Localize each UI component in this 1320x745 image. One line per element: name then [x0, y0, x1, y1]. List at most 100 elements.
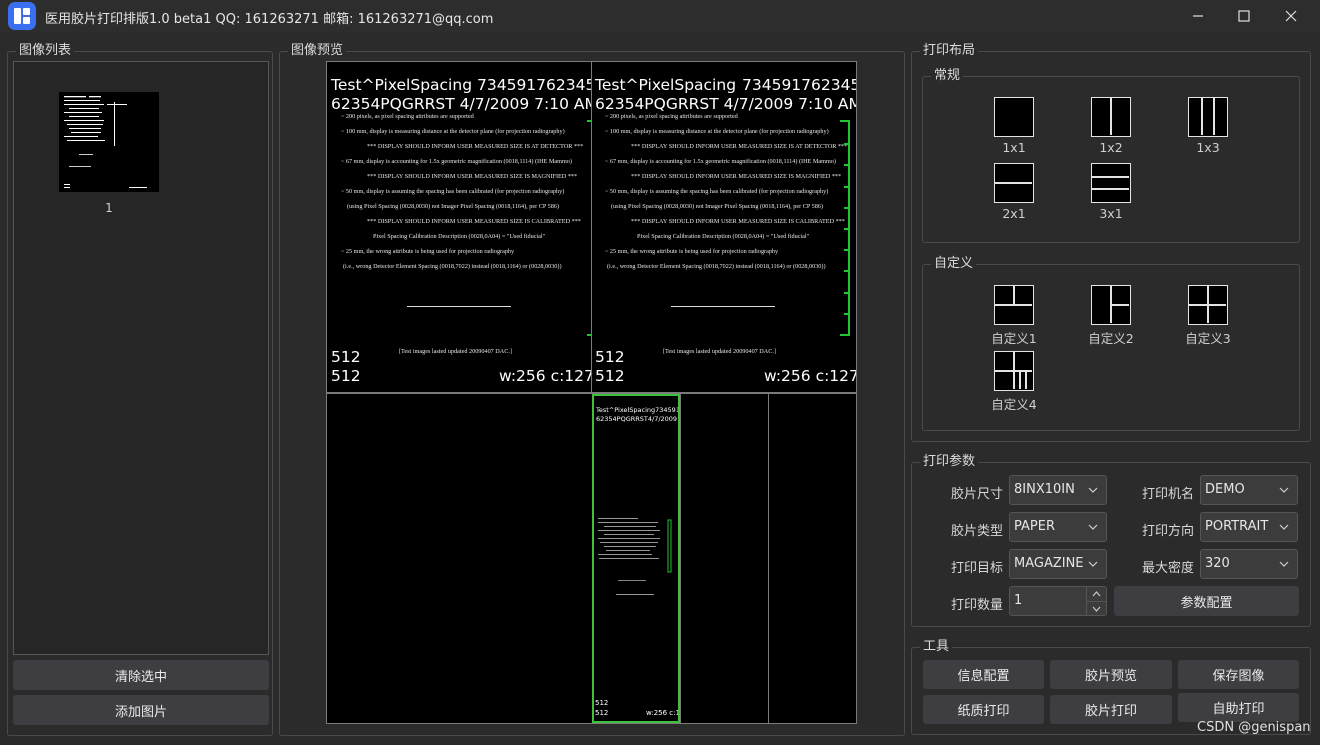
film-size-value: 8INX10IN: [1014, 482, 1075, 497]
print-orientation-value: PORTRAIT: [1205, 519, 1269, 534]
layout-3x1-icon[interactable]: [1091, 163, 1131, 203]
doc-line: ~ 200 pixels, as pixel spacing attribute…: [341, 113, 474, 120]
doc-line: Pixel Spacing Calibration Description (0…: [637, 233, 810, 240]
print-orientation-select[interactable]: PORTRAIT: [1200, 512, 1298, 542]
self-service-print-button[interactable]: 自助打印: [1178, 693, 1299, 722]
doc-line: *** DISPLAY SHOULD INFORM USER MEASURED …: [367, 173, 578, 180]
layout-1x1-icon[interactable]: [994, 97, 1034, 137]
spin-down-button[interactable]: [1086, 601, 1106, 615]
layout-1x2-label: 1x2: [1099, 140, 1123, 155]
spin-up-button[interactable]: [1086, 587, 1106, 601]
tools-title: 工具: [920, 639, 953, 655]
layout-1x1-label: 1x1: [1002, 140, 1026, 155]
preview-cell-4-selected[interactable]: Test^PixelSpacing734591762345 62354PQGRR…: [592, 394, 680, 723]
doc-line: Pixel Spacing Calibration Description (0…: [373, 233, 546, 240]
save-image-button[interactable]: 保存图像: [1178, 660, 1299, 689]
small-overlay-line1: Test^PixelSpacing734591762345: [596, 406, 680, 414]
film-type-value: PAPER: [1014, 519, 1055, 534]
preview-cell-3[interactable]: [327, 394, 591, 723]
film-size-select[interactable]: 8INX10IN: [1009, 475, 1107, 505]
custom-layout-4-icon[interactable]: [994, 351, 1034, 391]
small-window-level-overlay: w:256 c:127: [646, 709, 680, 717]
print-count-spinbox[interactable]: 1: [1009, 586, 1107, 616]
close-button[interactable]: [1268, 0, 1314, 32]
print-layout-title: 打印布局: [920, 43, 979, 59]
patient-name-overlay: Test^PixelSpacing: [331, 76, 473, 94]
custom-layout-3-icon[interactable]: [1188, 285, 1228, 325]
film-preview-canvas[interactable]: Test^PixelSpacing 734591762345 62354PQGR…: [326, 61, 857, 724]
paper-print-button[interactable]: 纸质打印: [923, 695, 1044, 724]
thumbnail-image: [64, 96, 147, 188]
film-print-button[interactable]: 胶片打印: [1050, 695, 1172, 724]
columns-overlay: 512: [595, 367, 625, 385]
patient-name-overlay: Test^PixelSpacing: [595, 76, 737, 94]
patient-id-overlay: 734591762345: [742, 76, 856, 94]
custom-layout-2-label: 自定义2: [1088, 331, 1134, 346]
footer-note: [Test images lasted updated 20090407 DAC…: [399, 348, 512, 355]
doc-line: ~ 200 pixels, as pixel spacing attribute…: [605, 113, 738, 120]
image-thumbnail[interactable]: [59, 92, 159, 192]
print-target-value: MAGAZINE: [1014, 556, 1084, 571]
watermark-text: CSDN @genispan: [1197, 720, 1311, 735]
doc-line: ~ 67 mm, display is accounting for 1.5x …: [605, 158, 836, 165]
film-preview-button[interactable]: 胶片预览: [1050, 660, 1172, 689]
maximize-icon: [1238, 10, 1250, 22]
image-list-title: 图像列表: [16, 43, 75, 59]
preview-cell-5[interactable]: [680, 394, 768, 723]
add-image-button[interactable]: 添加图片: [13, 695, 269, 725]
chevron-down-icon: [1088, 561, 1098, 567]
small-columns-overlay: 512: [595, 709, 609, 717]
preview-cell-6[interactable]: [768, 394, 856, 723]
ruler-tick: [844, 206, 850, 209]
print-target-select[interactable]: MAGAZINE: [1009, 549, 1107, 579]
max-density-select[interactable]: 320: [1200, 549, 1298, 579]
param-config-button[interactable]: 参数配置: [1114, 586, 1299, 616]
layout-1x3-icon[interactable]: [1188, 97, 1228, 137]
film-type-label: 胶片类型: [950, 524, 1003, 539]
doc-line: *** DISPLAY SHOULD INFORM USER MEASURED …: [631, 173, 842, 180]
doc-line: *** DISPLAY SHOULD INFORM USER MEASURED …: [631, 218, 845, 225]
film-size-label: 胶片尺寸: [950, 487, 1003, 502]
small-rows-overlay: 512: [595, 699, 609, 707]
window-level-overlay: w:256 c:127: [764, 367, 856, 385]
close-icon: [1285, 10, 1297, 22]
custom-layout-1-label: 自定义1: [991, 331, 1037, 346]
film-type-select[interactable]: PAPER: [1009, 512, 1107, 542]
maximize-button[interactable]: [1221, 0, 1267, 32]
study-info-overlay: 62354PQGRRST 4/7/2009 7:10 AM: [595, 95, 856, 113]
cell-divider: [591, 62, 592, 392]
custom-layout-1-icon[interactable]: [994, 285, 1034, 325]
layout-2x1-icon[interactable]: [994, 163, 1034, 203]
info-config-button[interactable]: 信息配置: [923, 660, 1044, 689]
doc-line: (i.e., wrong Detector Element Spacing (0…: [343, 263, 562, 270]
clear-selection-button[interactable]: 清除选中: [13, 660, 269, 690]
doc-line: ~ 100 mm, display is measuring distance …: [341, 128, 565, 135]
ruler-tick: [844, 185, 850, 188]
custom-layout-2-icon[interactable]: [1091, 285, 1131, 325]
preview-cell-1[interactable]: Test^PixelSpacing 734591762345 62354PQGR…: [327, 62, 591, 392]
scale-ruler: [671, 306, 775, 307]
app-logo-icon: [8, 2, 36, 30]
window-level-overlay: w:256 c:127: [499, 367, 591, 385]
doc-line: ~ 50 mm, display is assuming the spacing…: [341, 188, 565, 195]
custom-layout-title: 自定义: [931, 256, 977, 272]
layout-1x3-label: 1x3: [1196, 140, 1220, 155]
preview-cell-2[interactable]: Test^PixelSpacing 734591762345 62354PQGR…: [592, 62, 856, 392]
doc-line: ~ 25 mm, the wrong attribute is being us…: [341, 248, 515, 255]
doc-line: (using Pixel Spacing (0028,0030) not Ima…: [347, 203, 559, 210]
rows-overlay: 512: [331, 348, 361, 366]
image-list[interactable]: 1: [13, 61, 269, 655]
print-orientation-label: 打印方向: [1141, 524, 1194, 539]
ruler-tick: [844, 270, 850, 273]
small-overlay-line2: 62354PQGRRST4/7/2009 7:10 AM: [596, 415, 678, 423]
minimize-button[interactable]: [1175, 0, 1221, 32]
chevron-down-icon: [1279, 524, 1289, 530]
doc-line: *** DISPLAY SHOULD INFORM USER MEASURED …: [367, 143, 584, 150]
layout-2x1-label: 2x1: [1002, 206, 1026, 221]
columns-overlay: 512: [331, 367, 361, 385]
max-density-value: 320: [1205, 556, 1230, 571]
layout-1x2-icon[interactable]: [1091, 97, 1131, 137]
chevron-up-icon: [1092, 591, 1101, 597]
printer-name-select[interactable]: DEMO: [1200, 475, 1298, 505]
custom-layout-4-label: 自定义4: [991, 397, 1037, 412]
